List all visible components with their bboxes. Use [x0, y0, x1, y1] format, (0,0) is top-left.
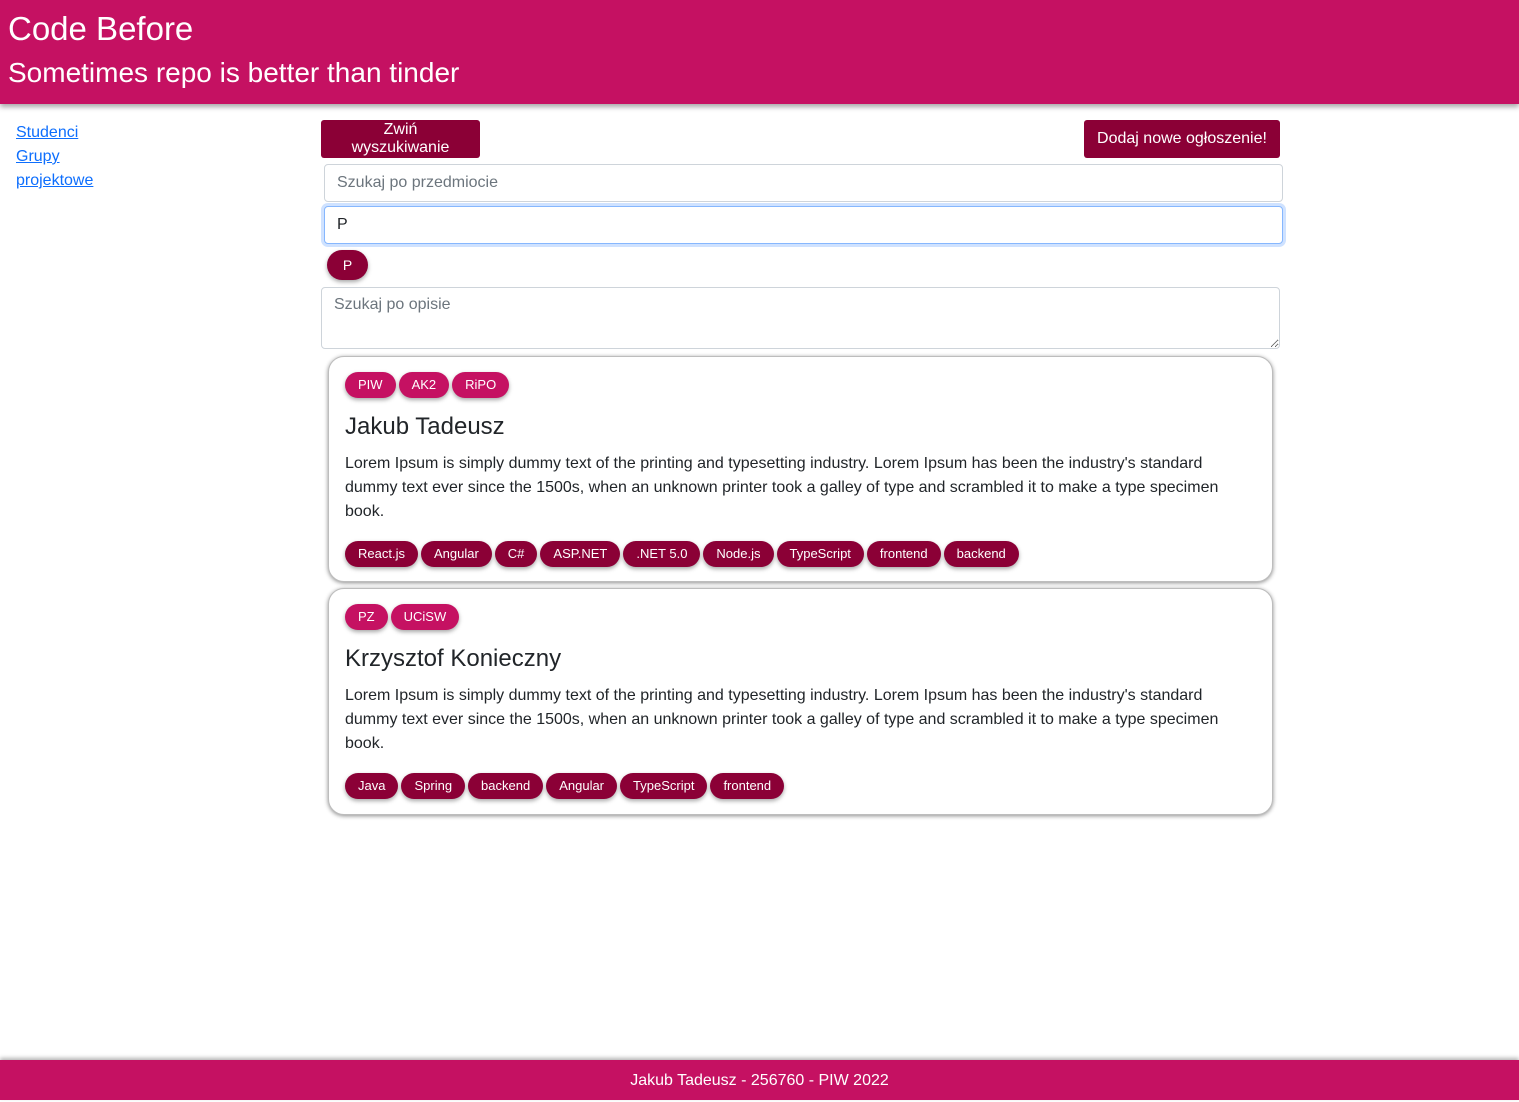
- subject-tag[interactable]: RiPO: [452, 372, 510, 398]
- student-name: Jakub Tadeusz: [345, 413, 505, 440]
- technology-tag[interactable]: frontend: [866, 541, 941, 567]
- subject-tag[interactable]: UCiSW: [390, 604, 460, 630]
- selected-tag-chip[interactable]: P: [327, 250, 368, 280]
- technology-tag[interactable]: ASP.NET: [540, 541, 621, 567]
- subject-tag[interactable]: PIW: [345, 372, 396, 398]
- sidebar-link-studenci[interactable]: Studenci: [16, 121, 136, 145]
- technology-tag[interactable]: Angular: [420, 541, 492, 567]
- technology-tags: React.js Angular C# ASP.NET .NET 5.0 Nod…: [345, 541, 1256, 567]
- sidebar-nav: Studenci Grupy projektowe: [16, 121, 136, 193]
- subject-search-input[interactable]: [324, 164, 1283, 202]
- subject-tags: PZ UCiSW: [345, 604, 1256, 630]
- app-footer: Jakub Tadeusz - 256760 - PIW 2022: [0, 1060, 1519, 1100]
- listing-description: Lorem Ipsum is simply dummy text of the …: [345, 687, 1219, 752]
- technology-tags: Java Spring backend Angular TypeScript f…: [345, 773, 1256, 799]
- listing-description: Lorem Ipsum is simply dummy text of the …: [345, 455, 1219, 520]
- technology-tag[interactable]: C#: [494, 541, 538, 567]
- description-search-input[interactable]: [321, 287, 1280, 349]
- technology-tag[interactable]: frontend: [710, 773, 785, 799]
- add-listing-button[interactable]: Dodaj nowe ogłoszenie!: [1084, 120, 1280, 158]
- technology-tag[interactable]: Angular: [546, 773, 618, 799]
- sidebar-link-grupy-projektowe[interactable]: Grupy projektowe: [16, 145, 106, 193]
- collapse-search-button[interactable]: Zwiń wyszukiwanie: [321, 120, 480, 158]
- subject-tag[interactable]: AK2: [398, 372, 450, 398]
- subject-tag[interactable]: PZ: [345, 604, 388, 630]
- technology-tag[interactable]: TypeScript: [776, 541, 864, 567]
- subject-tags: PIW AK2 RiPO: [345, 372, 1256, 398]
- technology-tag[interactable]: React.js: [345, 541, 418, 567]
- app-subtitle: Sometimes repo is better than tinder: [8, 57, 460, 88]
- technology-tag[interactable]: backend: [468, 773, 544, 799]
- student-name: Krzysztof Konieczny: [345, 645, 562, 672]
- app-title: Code Before: [8, 10, 194, 47]
- app-header: Code Before Sometimes repo is better tha…: [0, 0, 1519, 104]
- listing-card: PZ UCiSW Krzysztof Konieczny Lorem Ipsum…: [328, 588, 1273, 815]
- technology-tag[interactable]: TypeScript: [620, 773, 708, 799]
- technology-tag[interactable]: Java: [345, 773, 399, 799]
- technology-tag[interactable]: Node.js: [703, 541, 774, 567]
- technology-search-input[interactable]: [324, 206, 1283, 244]
- listing-card: PIW AK2 RiPO Jakub Tadeusz Lorem Ipsum i…: [328, 356, 1273, 582]
- technology-tag[interactable]: backend: [943, 541, 1019, 567]
- technology-tag[interactable]: Spring: [401, 773, 466, 799]
- technology-tag[interactable]: .NET 5.0: [623, 541, 701, 567]
